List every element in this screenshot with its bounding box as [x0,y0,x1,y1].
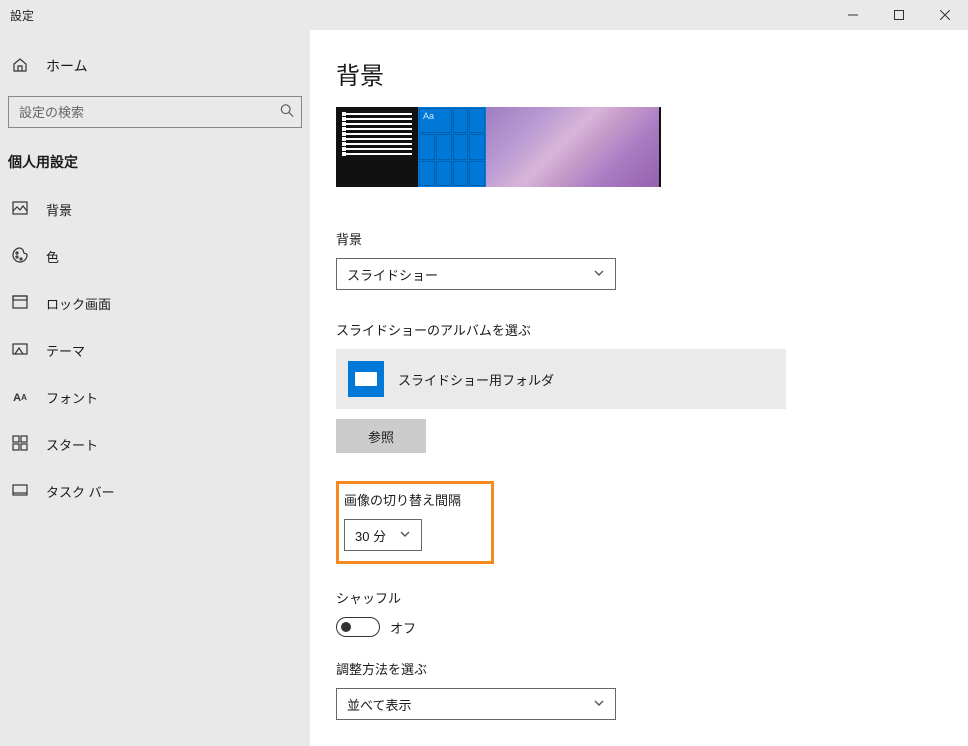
start-icon [12,435,28,454]
shuffle-value: オフ [390,618,416,637]
chevron-down-icon [593,697,605,712]
maximize-button[interactable] [876,0,922,30]
background-dropdown-value: スライドショー [347,265,438,284]
page-title: 背景 [336,56,968,91]
interval-dropdown[interactable]: 30 分 [344,519,422,551]
preview-tiles-mock: Aa [418,107,486,187]
search-wrap [8,96,302,128]
shuffle-label: シャッフル [336,588,968,607]
sidebar-section-title: 個人用設定 [0,146,310,186]
search-input[interactable] [8,96,302,128]
background-dropdown[interactable]: スライドショー [336,258,616,290]
shuffle-toggle[interactable] [336,617,380,637]
fit-value: 並べて表示 [347,695,411,714]
taskbar-icon [12,482,28,501]
preview-sample-text-tile: Aa [419,108,452,133]
titlebar: 設定 [0,0,968,30]
preview-wallpaper [486,107,661,187]
sidebar-item-colors[interactable]: 色 [0,233,310,280]
home-button[interactable]: ホーム [0,48,310,84]
fit-dropdown[interactable]: 並べて表示 [336,688,616,720]
sidebar-item-label: ロック画面 [46,294,111,313]
minimize-button[interactable] [830,0,876,30]
interval-label: 画像の切り替え間隔 [344,490,479,509]
chevron-down-icon [399,528,411,543]
close-button[interactable] [922,0,968,30]
lockscreen-icon [12,294,28,313]
background-preview: Aa [336,107,661,187]
sidebar-item-label: テーマ [46,341,85,360]
window-controls [830,0,968,30]
nav-list: 背景 色 ロック画面 テーマ AA フォント スタート [0,186,310,515]
sidebar-item-themes[interactable]: テーマ [0,327,310,374]
sidebar-item-lockscreen[interactable]: ロック画面 [0,280,310,327]
browse-button-label: 参照 [368,427,394,446]
palette-icon [12,247,28,266]
sidebar: ホーム 個人用設定 背景 色 ロック画面 テーマ [0,30,310,746]
preview-sidebar-mock [336,107,418,187]
sidebar-item-start[interactable]: スタート [0,421,310,468]
fit-label: 調整方法を選ぶ [336,659,968,678]
toggle-knob [341,622,351,632]
window-title: 設定 [10,7,34,24]
album-label: スライドショーのアルバムを選ぶ [336,320,968,339]
album-row[interactable]: スライドショー用フォルダ [336,349,786,409]
home-icon [12,57,28,76]
sidebar-item-fonts[interactable]: AA フォント [0,374,310,421]
sidebar-item-taskbar[interactable]: タスク バー [0,468,310,515]
interval-value: 30 分 [355,526,386,545]
search-icon [280,104,294,121]
browse-button[interactable]: 参照 [336,419,426,453]
sidebar-item-background[interactable]: 背景 [0,186,310,233]
themes-icon [12,341,28,360]
sidebar-item-label: タスク バー [46,482,115,501]
sidebar-item-label: 背景 [46,200,72,219]
chevron-down-icon [593,267,605,282]
background-dropdown-label: 背景 [336,229,968,248]
picture-icon [12,200,28,219]
folder-icon [348,361,384,397]
fonts-icon: AA [12,390,28,406]
sidebar-item-label: フォント [46,388,98,407]
album-name: スライドショー用フォルダ [398,370,554,389]
interval-highlight: 画像の切り替え間隔 30 分 [336,481,494,564]
sidebar-item-label: スタート [46,435,98,454]
sidebar-item-label: 色 [46,247,59,266]
home-label: ホーム [46,56,88,76]
content: 背景 Aa 背景 スライドショー スライドショーのアルバムを選ぶ スライドショー… [310,30,968,746]
